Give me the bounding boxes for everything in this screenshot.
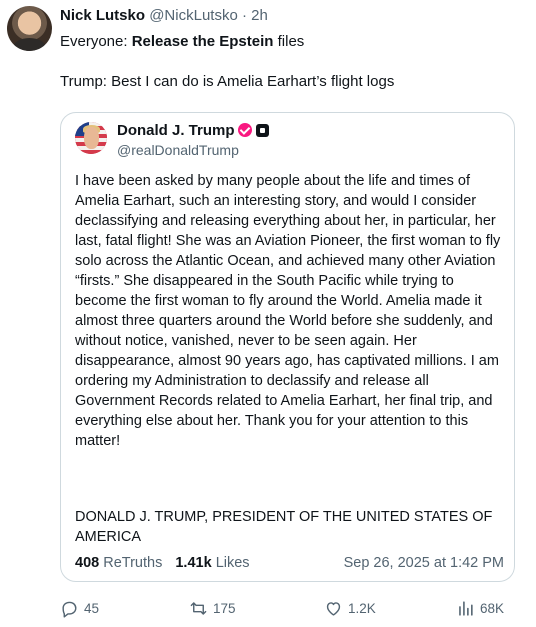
quote-date: Sep 26, 2025 at 1:42 PM [343,555,504,571]
avatar-shirt [13,38,46,51]
line1-prefix: Everyone: [60,33,132,50]
quote-body: I have been asked by many people about t… [75,173,501,449]
like-button[interactable]: 1.2K [324,597,376,619]
retruths-count: 408 [75,555,100,571]
quote-author-row: Donald J. Trump [117,122,269,140]
heart-icon [326,601,341,616]
avatar-face [84,127,99,149]
repost-count: 175 [213,600,236,616]
quote-likes-count: 1.41k [175,555,212,571]
reply-count: 45 [84,600,100,616]
reply-icon [62,601,77,618]
author-handle[interactable]: @NickLutsko [149,7,238,24]
repost-button[interactable]: 175 [189,597,236,619]
quoted-post-card[interactable]: Donald J. Trump @realDonaldTrump I have … [60,112,515,582]
quote-signature: DONALD J. TRUMP, PRESIDENT OF THE UNITED… [75,509,493,545]
platform-badge-icon [255,124,269,137]
tweet-text: Everyone: Release the Epstein files Trum… [60,32,520,112]
views-icon [459,600,473,616]
retruths-label: ReTruths [103,555,163,571]
repost-icon [190,601,207,615]
tweet-time[interactable]: 2h [251,7,268,24]
quote-author-name[interactable]: Donald J. Trump [117,122,235,139]
quote-avatar[interactable] [75,122,107,154]
tweet-header: Nick Lutsko @NickLutsko · 2h [60,6,268,26]
like-count: 1.2K [348,600,376,616]
tweet[interactable]: Nick Lutsko @NickLutsko · 2h Everyone: R… [0,0,536,627]
verified-badge-icon [237,123,252,137]
action-bar: 45 175 1.2K 68K [60,597,516,621]
author-name[interactable]: Nick Lutsko [60,7,145,24]
tweet-line-1: Everyone: Release the Epstein files [60,32,520,52]
reply-button[interactable]: 45 [60,597,99,619]
views-count: 68K [480,600,505,616]
line1-bold: Release the Epstein [131,33,274,50]
line1-suffix: files [273,33,305,50]
separator-dot: · [241,7,247,24]
author-avatar[interactable] [7,6,52,51]
tweet-line-2: Trump: Best I can do is Amelia Earhart’s… [60,73,395,90]
views-button[interactable]: 68K [456,597,504,619]
quote-author-handle[interactable]: @realDonaldTrump [117,141,239,159]
quote-likes-label: Likes [215,555,250,571]
